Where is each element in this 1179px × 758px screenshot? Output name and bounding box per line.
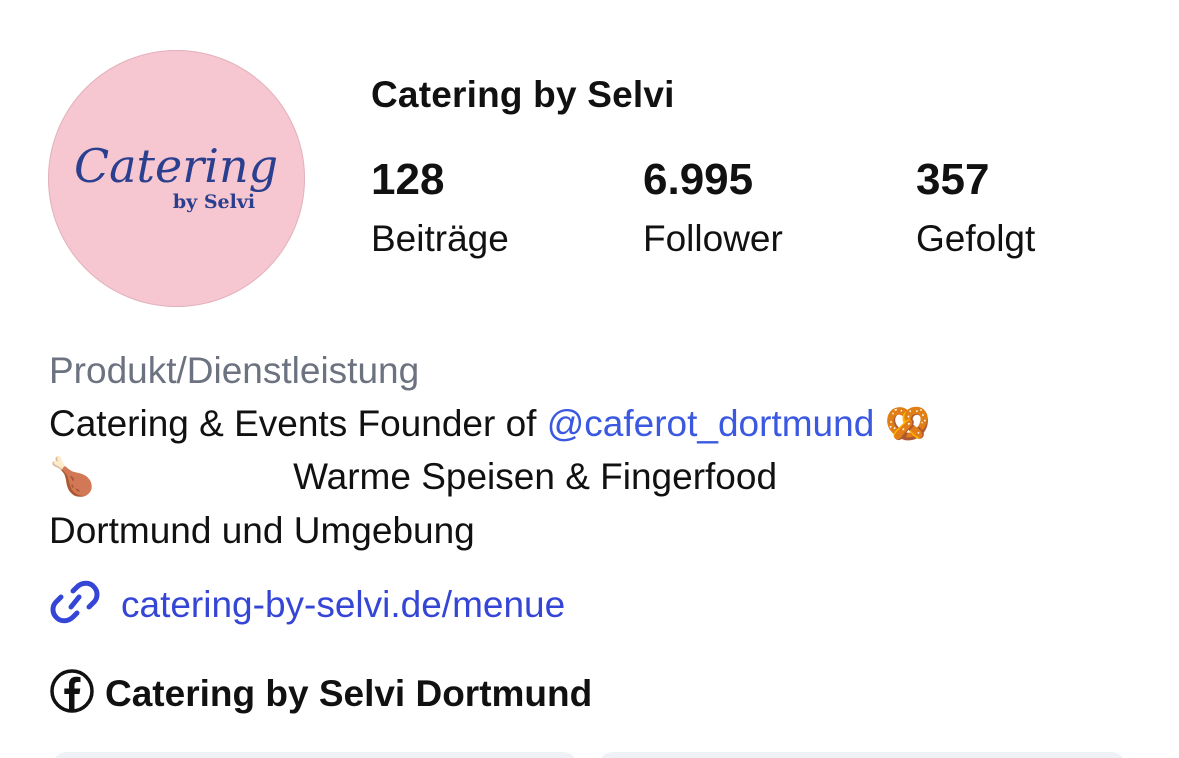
avatar-logo-title: Catering (74, 139, 278, 193)
stat-posts-value: 128 (371, 155, 445, 204)
stat-following-value: 357 (916, 155, 990, 204)
profile-avatar[interactable]: Catering by Selvi (48, 50, 305, 307)
stat-following[interactable]: 357 Gefolgt (916, 155, 1036, 259)
website-link-text[interactable]: catering-by-selvi.de/menue (121, 584, 565, 626)
link-icon (49, 578, 101, 631)
bio-line-1: Catering & Events Founder of @caferot_do… (49, 403, 931, 446)
action-button-right[interactable] (598, 752, 1126, 758)
website-link[interactable]: catering-by-selvi.de/menue (49, 578, 565, 631)
profile-category: Produkt/Dienstleistung (49, 350, 420, 391)
stat-followers[interactable]: 6.995 Follower (643, 155, 783, 259)
facebook-icon (49, 668, 95, 719)
bio-line-1-text: Catering & Events Founder of (49, 403, 547, 444)
stat-followers-label: Follower (643, 218, 783, 259)
action-button-left[interactable] (52, 752, 578, 758)
bio-line-2: 🍗 Warme Speisen & Fingerfood (49, 456, 777, 499)
pretzel-emoji: 🥨 (884, 403, 931, 444)
avatar-logo-subtitle: by Selvi (173, 191, 255, 213)
avatar-logo: Catering by Selvi (74, 139, 278, 213)
stat-following-label: Gefolgt (916, 218, 1036, 259)
chicken-leg-emoji: 🍗 (49, 456, 96, 497)
stat-posts[interactable]: 128 Beiträge (371, 155, 509, 259)
facebook-link[interactable]: Catering by Selvi Dortmund (49, 668, 592, 719)
profile-name: Catering by Selvi (371, 74, 675, 115)
facebook-link-text[interactable]: Catering by Selvi Dortmund (105, 673, 592, 715)
bio-line-3: Dortmund und Umgebung (49, 510, 475, 551)
stat-posts-label: Beiträge (371, 218, 509, 259)
bio-mention-link[interactable]: @caferot_dortmund (547, 403, 875, 444)
stat-followers-value: 6.995 (643, 155, 754, 204)
bio-line-2-text: Warme Speisen & Fingerfood (293, 456, 778, 497)
profile-header: Catering by Selvi Catering by Selvi 128 … (0, 0, 1179, 758)
